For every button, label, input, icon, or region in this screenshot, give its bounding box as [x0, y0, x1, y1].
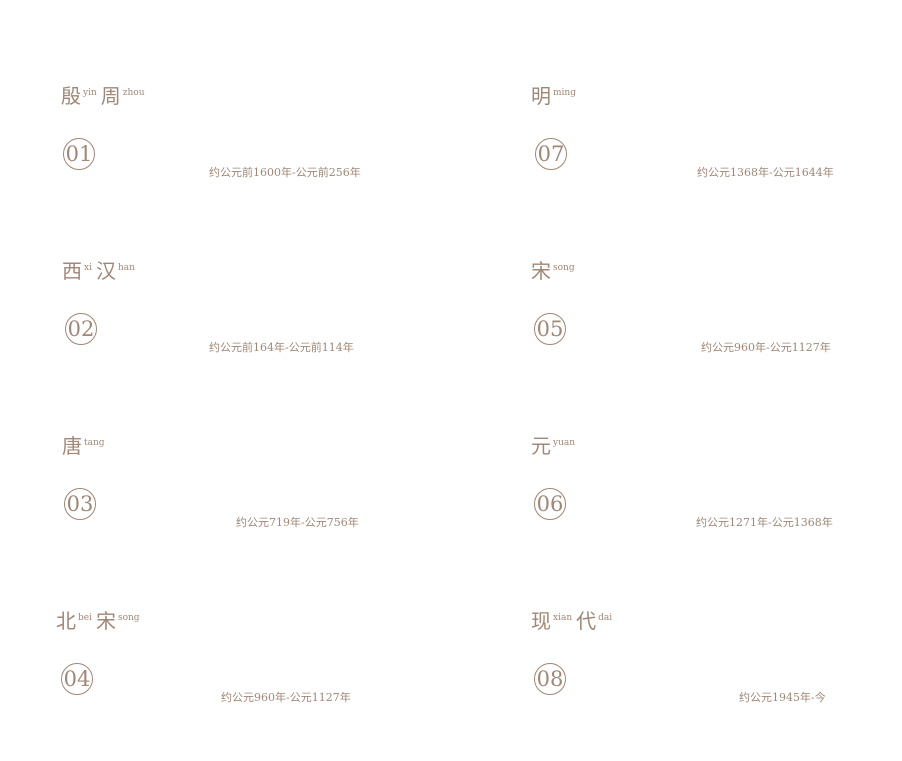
dynasty-pinyin: xian [553, 613, 573, 623]
dynasty-period: 约公元1271年-公元1368年 [696, 516, 833, 529]
dynasty-pinyin: yuan [553, 438, 576, 448]
dynasty-pinyin: song [117, 613, 140, 623]
dynasty-pinyin: zhou [122, 88, 145, 98]
dynasty-pinyin: bei [78, 613, 92, 623]
dynasty-char: 代 [576, 609, 597, 633]
dynasty-pinyin: xi [84, 263, 92, 273]
dynasty-name: 现 xian 代 dai [531, 611, 616, 631]
dynasty-item-ming: 明 ming 07 约公元1368年-公元1644年 [531, 86, 871, 196]
dynasty-item-yuan: 元 yuan 06 约公元1271年-公元1368年 [531, 436, 871, 546]
dynasty-period: 约公元719年-公元756年 [236, 516, 359, 529]
dynasty-pinyin: ming [553, 88, 576, 98]
dynasty-period: 约公元前164年-公元前114年 [209, 341, 354, 354]
dynasty-name: 西 xi 汉 han [62, 261, 139, 281]
dynasty-pinyin: tang [84, 438, 105, 448]
dynasty-number-badge: 05 [534, 313, 566, 345]
dynasty-name: 北 bei 宋 song [56, 611, 144, 631]
dynasty-char: 周 [100, 84, 121, 108]
dynasty-number-badge: 04 [61, 663, 93, 695]
dynasty-number-badge: 02 [65, 313, 97, 345]
dynasty-name: 殷 yin 周 zhou [61, 86, 149, 106]
dynasty-pinyin: yin [83, 88, 97, 98]
dynasty-item-yin-zhou: 殷 yin 周 zhou 01 约公元前1600年-公元前256年 [61, 86, 401, 196]
dynasty-number-badge: 03 [64, 488, 96, 520]
dynasty-item-xi-han: 西 xi 汉 han 02 约公元前164年-公元前114年 [62, 261, 402, 371]
dynasty-period: 约公元960年-公元1127年 [701, 341, 831, 354]
dynasty-char: 元 [531, 434, 551, 458]
dynasty-item-song: 宋 song 05 约公元960年-公元1127年 [531, 261, 871, 371]
dynasty-number-badge: 07 [535, 138, 567, 170]
dynasty-period: 约公元1368年-公元1644年 [697, 166, 834, 179]
dynasty-char: 明 [531, 84, 551, 108]
dynasty-char: 宋 [531, 259, 551, 283]
dynasty-char: 西 [62, 259, 82, 283]
dynasty-item-tang: 唐 tang 03 约公元719年-公元756年 [62, 436, 402, 546]
dynasty-char: 殷 [61, 84, 81, 108]
dynasty-pinyin: song [553, 263, 575, 273]
dynasty-char: 汉 [95, 259, 116, 283]
dynasty-char: 现 [531, 609, 551, 633]
dynasty-period: 约公元1945年-今 [739, 691, 826, 704]
dynasty-name: 宋 song [531, 261, 579, 281]
dynasty-item-bei-song: 北 bei 宋 song 04 约公元960年-公元1127年 [56, 611, 396, 721]
dynasty-item-xian-dai: 现 xian 代 dai 08 约公元1945年-今 [531, 611, 871, 721]
dynasty-char: 唐 [62, 434, 82, 458]
dynasty-pinyin: dai [598, 613, 613, 623]
dynasty-name: 明 ming [531, 86, 580, 106]
dynasty-number-badge: 08 [534, 663, 566, 695]
dynasty-char: 北 [56, 609, 76, 633]
dynasty-char: 宋 [95, 609, 116, 633]
dynasty-period: 约公元前1600年-公元前256年 [209, 166, 361, 179]
dynasty-name: 元 yuan [531, 436, 579, 456]
dynasty-number-badge: 06 [534, 488, 566, 520]
dynasty-period: 约公元960年-公元1127年 [221, 691, 351, 704]
dynasty-name: 唐 tang [62, 436, 109, 456]
dynasty-pinyin: han [117, 263, 135, 273]
dynasty-number-badge: 01 [63, 138, 95, 170]
